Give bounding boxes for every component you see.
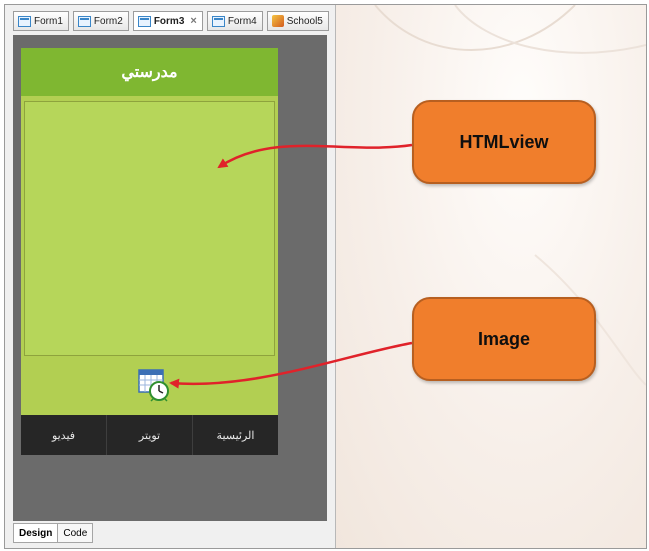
school-icon <box>271 15 284 27</box>
callout-label: Image <box>477 328 531 349</box>
calendar-clock-icon[interactable] <box>137 368 171 402</box>
form-icon <box>211 15 225 27</box>
callout-label: HTMLview <box>459 131 549 152</box>
nav-item-home[interactable]: الرئيسية <box>193 415 278 455</box>
tab-school5[interactable]: School5 <box>266 11 329 31</box>
bottom-navigation-bar: فيديو تويتر الرئيسية <box>21 415 278 455</box>
tab-label: School5 <box>286 15 323 27</box>
tab-label: Form3 <box>153 15 185 27</box>
form-icon <box>137 15 151 27</box>
form-icon <box>77 15 91 27</box>
view-mode-tabs: Design Code <box>13 523 94 543</box>
tab-form2[interactable]: Form2 <box>72 11 129 31</box>
nav-item-twitter[interactable]: تويتر <box>107 415 193 455</box>
htmlview-component[interactable] <box>24 101 275 356</box>
form-title-bar[interactable]: مدرستي <box>21 48 278 96</box>
phone-form-preview: مدرستي فيديو تويتر الرئيسية <box>21 48 278 455</box>
tab-label: Form4 <box>227 15 257 27</box>
tab-design[interactable]: Design <box>13 523 59 543</box>
designer-canvas: مدرستي فيديو تويتر الرئيسية <box>13 35 327 521</box>
tab-form3[interactable]: Form3 × <box>132 11 203 31</box>
tab-form1[interactable]: Form1 <box>13 11 69 31</box>
image-callout: Image <box>412 297 596 381</box>
close-icon[interactable]: × <box>190 15 196 27</box>
tab-form4[interactable]: Form4 <box>206 11 263 31</box>
nav-item-video[interactable]: فيديو <box>21 415 107 455</box>
tab-label: Form1 <box>34 15 63 27</box>
background-swirls <box>374 5 646 386</box>
ide-panel: Form1 Form2 Form3 × Form4 School5 مدرستي… <box>5 5 336 548</box>
screenshot-frame: Form1 Form2 Form3 × Form4 School5 مدرستي… <box>4 4 647 549</box>
form-title: مدرستي <box>121 64 178 81</box>
tab-code[interactable]: Code <box>57 523 94 543</box>
background-area <box>335 5 646 548</box>
tab-label: Form2 <box>93 15 123 27</box>
htmlview-callout: HTMLview <box>412 100 596 184</box>
file-tab-strip: Form1 Form2 Form3 × Form4 School5 <box>13 11 329 31</box>
form-icon <box>18 15 31 27</box>
